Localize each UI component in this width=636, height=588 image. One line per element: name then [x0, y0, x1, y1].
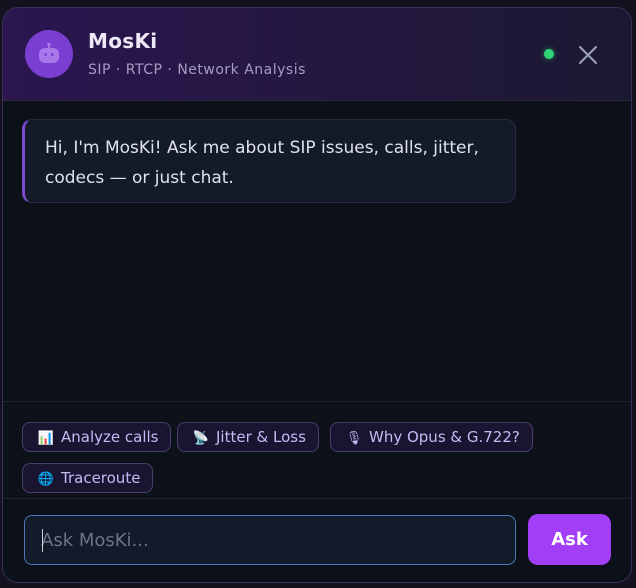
chip-label: Analyze calls	[61, 428, 159, 446]
chip-why-opus[interactable]: 🎙 Why Opus & G.722?	[330, 422, 533, 452]
ask-button[interactable]: Ask	[528, 514, 611, 565]
chip-label: Jitter & Loss	[216, 428, 306, 446]
online-status-indicator	[544, 49, 554, 59]
satellite-icon: 📡	[192, 431, 210, 446]
chat-widget: MosKi SIP · RTCP · Network Analysis Hi, …	[2, 7, 632, 583]
close-button[interactable]	[577, 44, 599, 66]
bot-subtitle: SIP · RTCP · Network Analysis	[88, 62, 306, 78]
text-caret	[42, 529, 43, 552]
suggestion-chips: 📊 Analyze calls 📡 Jitter & Loss 🎙 Why Opus …	[3, 401, 631, 499]
chat-header: MosKi SIP · RTCP · Network Analysis	[3, 8, 631, 101]
assistant-message: Hi, I'm MosKi! Ask me about SIP issues, …	[22, 119, 516, 203]
bot-avatar	[25, 30, 73, 78]
robot-icon	[39, 42, 59, 63]
globe-icon: 🌐	[37, 472, 55, 487]
close-icon	[579, 46, 597, 64]
ask-input[interactable]	[25, 516, 515, 564]
message-list[interactable]: Hi, I'm MosKi! Ask me about SIP issues, …	[3, 101, 631, 401]
chip-label: Traceroute	[61, 469, 141, 487]
chip-jitter-loss[interactable]: 📡 Jitter & Loss	[177, 422, 319, 452]
chip-label: Why Opus & G.722?	[369, 428, 520, 446]
chip-traceroute[interactable]: 🌐 Traceroute	[22, 463, 154, 493]
microphone-icon: 🎙	[345, 431, 363, 446]
chip-analyze-calls[interactable]: 📊 Analyze calls	[22, 422, 172, 452]
composer	[24, 515, 516, 565]
bot-name: MosKi	[88, 29, 158, 53]
bar-chart-icon: 📊	[37, 431, 55, 446]
